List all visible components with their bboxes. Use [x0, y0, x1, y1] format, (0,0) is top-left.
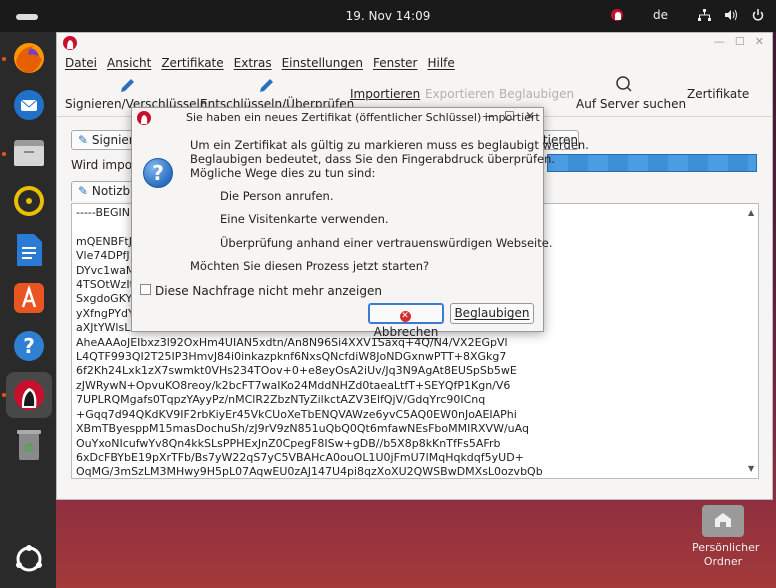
notepad-icon: ✎ — [78, 184, 89, 198]
certify-toolbar-button[interactable]: Beglaubigen — [499, 87, 574, 101]
dont-ask-again-label[interactable]: Diese Nachfrage nicht mehr anzeigen — [155, 284, 382, 298]
menu-bar: Datei Ansicht Zertifikate Extras Einstel… — [57, 53, 772, 73]
svg-text:♻: ♻ — [24, 441, 35, 455]
menu-fenster[interactable]: Fenster — [373, 56, 418, 70]
running-indicator — [2, 393, 6, 397]
lookup-server-button[interactable]: Auf Server suchen — [576, 97, 686, 111]
dialog-option-1: Die Person anrufen. — [220, 189, 334, 203]
key-line: 6xDcFBYbE19pXrTFb/Bs7yW22qS7yC5VBAHcA0ou… — [76, 450, 524, 464]
svg-text:?: ? — [23, 334, 35, 358]
key-line: OqMG/3mSzLM3MHwy9H5pL07AqwEU0zAJ147U4pi8… — [76, 465, 543, 479]
dialog-text-line-1: Um ein Zertifikat als gültig zu markiere… — [190, 138, 589, 152]
key-line: OuYxoNIcufwYv8Qn4kkSLsPPHExJnZ0CpegF8ISw… — [76, 436, 501, 450]
dialog-close-button[interactable]: ✕ — [525, 109, 535, 123]
dialog-option-3: Überprüfung anhand einer vertrauenswürdi… — [220, 236, 553, 250]
kleopatra-tray-icon[interactable] — [611, 9, 623, 21]
key-line: 7UPLRQMgafs0TqpzYAyyPz/nMClR2ZbzNTyZilkc… — [76, 393, 486, 407]
magnifier-icon — [616, 76, 632, 92]
key-line: 6f2Kh24Lxk1zX7swmkt0VHs234TOov+0+e8eyOsA… — [76, 364, 517, 378]
import-button[interactable]: Importieren — [350, 87, 420, 101]
cancel-button-label: Abbrechen — [373, 325, 439, 339]
home-folder-label-2: Ordner — [703, 555, 743, 568]
help-icon[interactable]: ? — [10, 327, 48, 365]
scroll-up-arrow-icon[interactable]: ▲ — [748, 206, 754, 220]
thunderbird-icon[interactable] — [10, 86, 48, 124]
dock: ? ♻ — [0, 32, 56, 588]
text-area-scrollbar[interactable]: ▲ ▼ — [748, 206, 756, 476]
volume-icon[interactable] — [725, 9, 738, 21]
scroll-down-arrow-icon[interactable]: ▼ — [748, 462, 754, 476]
running-indicator — [2, 57, 6, 61]
certify-button[interactable]: Beglaubigen — [450, 303, 534, 324]
firefox-icon[interactable] — [10, 39, 48, 77]
rhythmbox-icon[interactable] — [10, 182, 48, 220]
menu-ansicht[interactable]: Ansicht — [107, 56, 151, 70]
window-controls: — ☐ ✕ — [714, 35, 764, 48]
certify-button-label: Beglaubigen — [454, 306, 530, 320]
dialog-question: Möchten Sie diesen Prozess jetzt starten… — [190, 259, 430, 273]
menu-datei[interactable]: Datei — [65, 56, 97, 70]
kleopatra-icon[interactable] — [6, 372, 52, 418]
key-line: L4QTF993QI2T25IP3HmvJ84i0inkazpknf6NxsQN… — [76, 350, 507, 364]
writer-icon[interactable] — [10, 231, 48, 269]
home-folder-label-1: Persönlicher — [692, 541, 760, 554]
menu-extras[interactable]: Extras — [234, 56, 272, 70]
menu-hilfe[interactable]: Hilfe — [427, 56, 454, 70]
tab-notepad-label: Notizbl — [91, 184, 134, 198]
show-apps-icon[interactable] — [10, 540, 48, 578]
app-center-icon[interactable] — [10, 279, 48, 317]
certify-prompt-dialog: Sie haben ein neues Zertifikat (öffentli… — [131, 107, 589, 339]
key-line: +Gqq7d94QKdKV9IF2rbKiyEr45VkCUoXeTbENQVA… — [76, 407, 517, 421]
pen-icon — [121, 79, 134, 92]
dialog-text-line-2: Beglaubigen bedeutet, dass Sie den Finge… — [190, 152, 556, 166]
question-icon: ? — [143, 158, 173, 188]
menu-zertifikate[interactable]: Zertifikate — [161, 56, 223, 70]
dialog-text-line-3: Mögliche Wege dies zu tun sind: — [190, 166, 376, 180]
dialog-titlebar[interactable]: Sie haben ein neues Zertifikat (öffentli… — [132, 108, 543, 128]
files-icon[interactable] — [10, 134, 48, 172]
dont-ask-again-checkbox[interactable] — [140, 284, 151, 295]
system-tray: de — [611, 8, 764, 22]
pen-icon: ✎ — [78, 133, 89, 147]
network-icon[interactable] — [698, 9, 711, 21]
running-indicator — [2, 152, 6, 156]
top-bar: 19. Nov 14:09 de — [0, 0, 776, 32]
power-icon[interactable] — [752, 9, 764, 21]
dialog-minimize-button[interactable]: — — [482, 109, 494, 123]
home-folder-shortcut[interactable]: Persönlicher Ordner — [692, 505, 760, 569]
language-indicator[interactable]: de — [653, 8, 668, 22]
dialog-maximize-button[interactable]: ☐ — [504, 109, 515, 123]
window-titlebar[interactable]: — ☐ ✕ — [57, 33, 772, 53]
key-line: zJWRywN+OpvuKO8reoy/k2bcFT7waIKo24MddNHZ… — [76, 378, 511, 392]
minimize-button[interactable]: — — [714, 35, 725, 48]
close-window-button[interactable]: ✕ — [755, 35, 764, 48]
dialog-option-2: Eine Visitenkarte verwenden. — [220, 212, 389, 226]
dialog-window-controls: — ☐ ✕ — [482, 109, 535, 123]
certificates-button[interactable]: Zertifikate — [687, 87, 749, 101]
maximize-button[interactable]: ☐ — [735, 35, 745, 48]
trash-icon[interactable]: ♻ — [10, 425, 48, 463]
menu-einstellungen[interactable]: Einstellungen — [282, 56, 363, 70]
home-folder-icon — [702, 505, 744, 537]
import-progress-bar — [547, 154, 757, 172]
key-line: XBmTByesppM15masDochuSh/zJ9rV9zN851uQbQ0… — [76, 422, 529, 436]
pen-icon — [260, 79, 273, 92]
export-button[interactable]: Exportieren — [425, 87, 495, 101]
kleopatra-app-icon — [137, 111, 151, 125]
cancel-icon: ✕ — [399, 311, 411, 322]
cancel-button[interactable]: ✕ Abbrechen — [368, 303, 444, 339]
kleopatra-app-icon — [63, 36, 77, 50]
